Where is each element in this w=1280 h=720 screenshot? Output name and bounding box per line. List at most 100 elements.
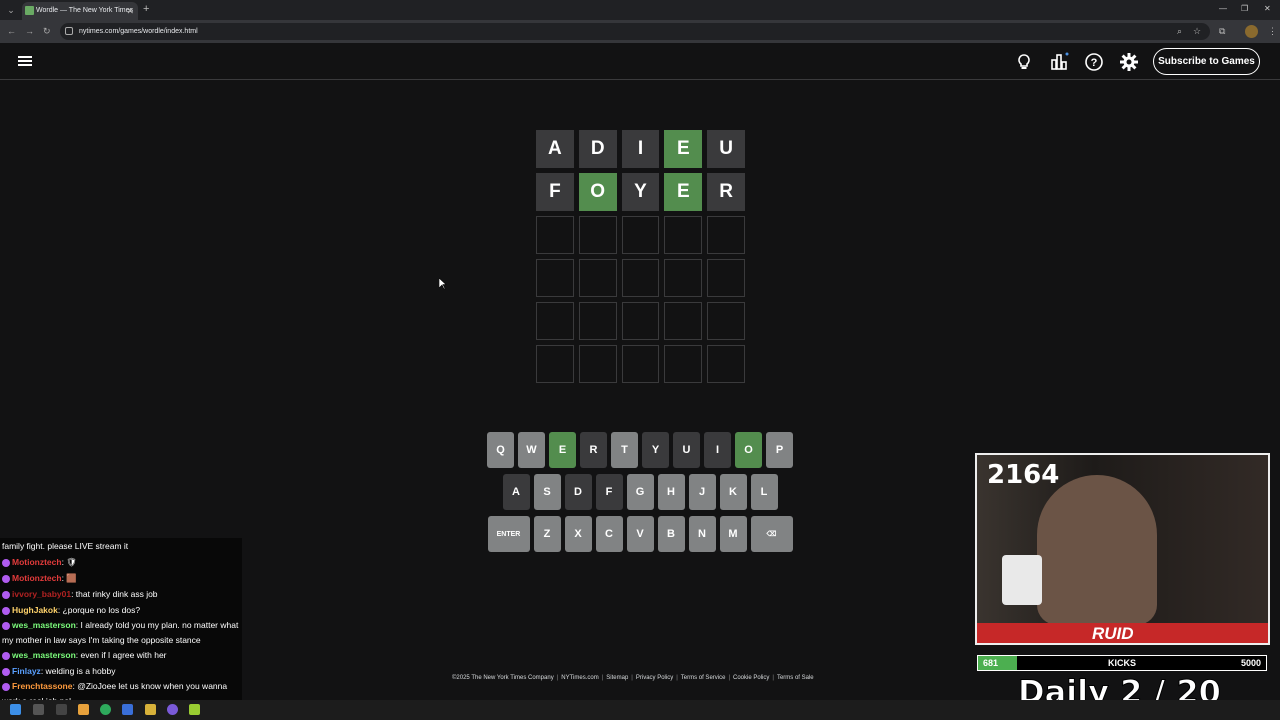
footer-link[interactable]: NYTimes.com [561, 675, 598, 681]
key-p[interactable]: P [766, 432, 793, 468]
chat-badge-icon [2, 651, 10, 660]
board-tile [664, 216, 703, 254]
chat-message: Finlayz: welding is a hobby [0, 663, 242, 679]
chat-text: : that rinky dink ass job [71, 589, 158, 599]
zoom-icon[interactable]: ⌕ [1177, 24, 1182, 38]
chat-username: ivvory_baby01 [12, 589, 72, 599]
board-tile [707, 302, 745, 340]
hamburger-menu-icon[interactable] [18, 56, 32, 66]
footer-link[interactable]: Sitemap [606, 675, 628, 681]
key-l[interactable]: L [750, 474, 778, 510]
subscribe-button[interactable]: Subscribe to Games [1153, 48, 1260, 75]
svg-text:?: ? [1091, 57, 1098, 69]
wordle-favicon-icon [25, 6, 34, 15]
board-tile [578, 216, 617, 254]
key-c[interactable]: C [595, 516, 623, 552]
key-s[interactable]: S [533, 474, 561, 510]
reload-icon[interactable]: ↻ [43, 25, 51, 37]
backspace-key[interactable]: ⌫ [750, 516, 793, 552]
task-view-icon[interactable] [56, 704, 67, 715]
key-n[interactable]: N [688, 516, 716, 552]
window-close-icon[interactable]: ✕ [1264, 3, 1271, 15]
key-x[interactable]: X [564, 516, 592, 552]
file-explorer-icon[interactable] [78, 704, 89, 715]
key-w[interactable]: W [518, 432, 545, 468]
browser-menu-icon[interactable]: ⋮ [1268, 24, 1277, 38]
chat-badge-icon [2, 667, 10, 676]
footer-link[interactable]: Privacy Policy [636, 675, 673, 681]
key-j[interactable]: J [688, 474, 716, 510]
key-enter[interactable]: ENTER [487, 516, 530, 552]
key-e[interactable]: E [549, 432, 576, 468]
footer-link[interactable]: Terms of Service [681, 675, 726, 681]
footer-link[interactable]: ©2025 The New York Times Company [452, 675, 554, 681]
browser-tab-bar: ⌄ Wordle — The New York Times ✕ + — ❐ ✕ [0, 0, 1280, 20]
key-g[interactable]: G [626, 474, 654, 510]
settings-gear-icon[interactable] [1119, 52, 1139, 72]
key-k[interactable]: K [719, 474, 747, 510]
folder-icon[interactable] [145, 704, 156, 715]
board-tile: Y [621, 173, 660, 211]
chat-username: Motionztech [12, 573, 62, 583]
footer-link[interactable]: Terms of Sale [777, 675, 814, 681]
key-r[interactable]: R [580, 432, 607, 468]
board-tile [536, 216, 574, 254]
board-row [536, 216, 745, 254]
key-t[interactable]: T [611, 432, 638, 468]
chat-username: Motionztech [12, 557, 62, 567]
tab-close-icon[interactable]: ✕ [126, 4, 134, 18]
board-tile [707, 345, 745, 383]
start-menu-icon[interactable] [10, 704, 21, 715]
tab-title: Wordle — The New York Times [36, 7, 134, 14]
footer-link[interactable]: Cookie Policy [733, 675, 769, 681]
key-u[interactable]: U [673, 432, 700, 468]
stream-chat-overlay: family fight. please LIVE stream it Motio… [0, 538, 242, 720]
back-icon[interactable]: ← [7, 25, 16, 37]
footer-separator: | [772, 675, 774, 681]
board-tile [578, 259, 617, 297]
key-m[interactable]: M [719, 516, 747, 552]
key-o[interactable]: O [735, 432, 762, 468]
footer-separator: | [676, 675, 678, 681]
restore-icon[interactable]: ❐ [1241, 3, 1248, 15]
app-icon[interactable] [122, 704, 133, 715]
tab-list-chevron-icon[interactable]: ⌄ [4, 3, 18, 17]
key-a[interactable]: A [502, 474, 530, 510]
chat-badge-icon [2, 558, 10, 567]
new-tab-icon[interactable]: + [143, 2, 149, 16]
profile-avatar[interactable] [1245, 25, 1258, 38]
key-f[interactable]: F [595, 474, 623, 510]
board-tile [536, 302, 574, 340]
forward-icon[interactable]: → [25, 25, 34, 37]
streamer-figure [1037, 475, 1157, 625]
extensions-icon[interactable]: ⧉ [1219, 24, 1225, 38]
chrome-icon[interactable] [100, 704, 111, 715]
key-d[interactable]: D [564, 474, 592, 510]
board-row [536, 302, 745, 340]
board-tile: F [536, 173, 574, 211]
bookmark-star-icon[interactable]: ☆ [1193, 24, 1201, 38]
key-h[interactable]: H [657, 474, 685, 510]
key-q[interactable]: Q [487, 432, 514, 468]
key-y[interactable]: Y [642, 432, 669, 468]
key-z[interactable]: Z [533, 516, 561, 552]
browser-tab[interactable]: Wordle — The New York Times ✕ [22, 2, 138, 20]
site-info-icon[interactable] [65, 27, 73, 35]
chat-text: family fight. please LIVE stream it [2, 541, 129, 551]
keyboard-row: ENTER Z X C V B N M ⌫ [486, 516, 794, 552]
mouse-cursor-icon [439, 278, 447, 290]
help-icon[interactable]: ? [1084, 52, 1104, 72]
browser-address-bar: ← → ↻ nytimes.com/games/wordle/index.htm… [0, 20, 1280, 43]
key-i[interactable]: I [704, 432, 731, 468]
minimize-icon[interactable]: — [1219, 3, 1227, 15]
app-icon-2[interactable] [189, 704, 200, 715]
search-icon[interactable] [33, 704, 44, 715]
statistics-icon[interactable] [1049, 52, 1069, 72]
key-b[interactable]: B [657, 516, 685, 552]
board-row: FOYER [536, 173, 745, 211]
url-field[interactable]: nytimes.com/games/wordle/index.html [60, 23, 1210, 40]
chat-text: : welding is a hobby [40, 666, 116, 676]
hint-lightbulb-icon[interactable] [1014, 52, 1034, 72]
key-v[interactable]: V [626, 516, 654, 552]
discord-icon[interactable] [167, 704, 178, 715]
